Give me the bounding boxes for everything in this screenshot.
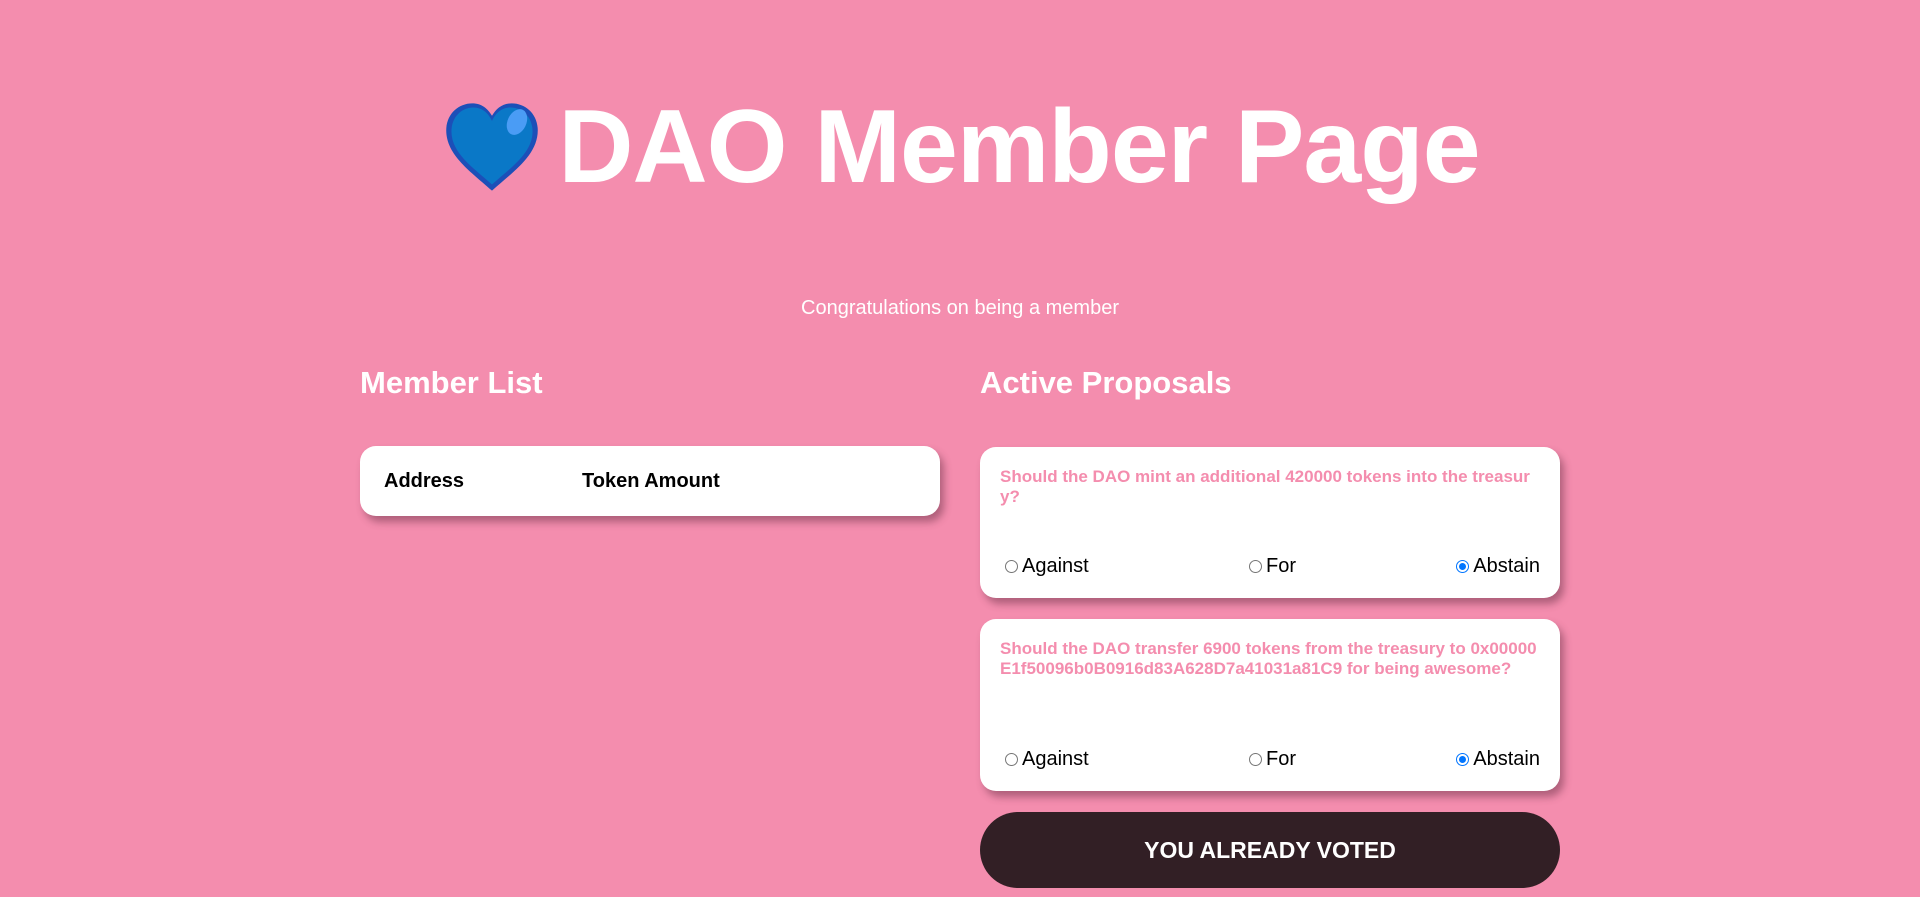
proposal-card: Should the DAO transfer 6900 tokens from… <box>980 619 1560 791</box>
vote-option-for[interactable]: For <box>1249 748 1296 771</box>
vote-option-for[interactable]: For <box>1249 555 1296 578</box>
vote-option-label: Against <box>1022 748 1089 770</box>
vote-option-abstain[interactable]: Abstain <box>1456 748 1540 771</box>
radio-for[interactable] <box>1249 753 1262 766</box>
page-title: DAO Member Page <box>558 89 1480 205</box>
vote-option-label: Against <box>1022 555 1089 577</box>
radio-against[interactable] <box>1005 753 1018 766</box>
already-voted-button[interactable]: YOU ALREADY VOTED <box>980 812 1560 888</box>
member-list-title: Member List <box>360 365 543 400</box>
proposal-card: Should the DAO mint an additional 420000… <box>980 447 1560 598</box>
member-table: Address Token Amount <box>360 446 940 516</box>
radio-abstain[interactable] <box>1456 753 1470 766</box>
radio-abstain[interactable] <box>1456 560 1470 573</box>
radio-for[interactable] <box>1249 560 1262 573</box>
vote-option-label: For <box>1266 748 1296 770</box>
vote-options: Against For Abstain <box>1005 748 1540 771</box>
vote-option-label: Abstain <box>1473 748 1540 770</box>
vote-option-abstain[interactable]: Abstain <box>1456 555 1540 578</box>
vote-option-against[interactable]: Against <box>1005 555 1089 578</box>
vote-option-against[interactable]: Against <box>1005 748 1089 771</box>
proposal-description: Should the DAO transfer 6900 tokens from… <box>1000 639 1537 678</box>
blue-heart-icon <box>446 103 539 191</box>
vote-option-label: Abstain <box>1473 555 1540 577</box>
radio-against[interactable] <box>1005 560 1018 573</box>
vote-options: Against For Abstain <box>1005 555 1540 578</box>
proposal-description: Should the DAO mint an additional 420000… <box>1000 467 1530 506</box>
vote-option-label: For <box>1266 555 1296 577</box>
column-header-address: Address <box>384 469 465 492</box>
active-proposals-title: Active Proposals <box>980 365 1232 400</box>
page-header: DAO Member Page <box>0 92 1920 202</box>
page-subtitle: Congratulations on being a member <box>801 297 1119 319</box>
column-header-token-amount: Token Amount <box>582 469 720 492</box>
